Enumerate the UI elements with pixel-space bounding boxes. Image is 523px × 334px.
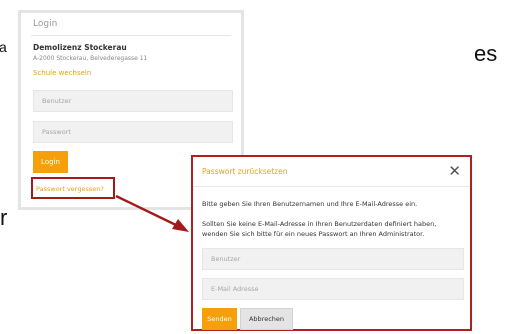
dialog-divider: [193, 186, 470, 187]
login-button[interactable]: Login: [33, 151, 68, 173]
company-name: Demolizenz Stockerau: [33, 43, 127, 52]
dialog-instruction-2: Sollten Sie keine E-Mail-Adresse in Ihre…: [202, 220, 437, 238]
company-address: A-2000 Stockerau, Belvederegasse 11: [33, 55, 148, 62]
dialog-username-input[interactable]: Benutzer: [202, 248, 464, 270]
background-text-fragment-a: a: [0, 39, 7, 55]
forgot-password-link[interactable]: Passwort vergessen?: [36, 185, 104, 193]
login-title: Login: [33, 19, 58, 29]
login-divider: [31, 35, 231, 36]
cancel-button[interactable]: Abbrechen: [240, 308, 293, 330]
change-school-link[interactable]: Schule wechseln: [33, 69, 91, 77]
password-input[interactable]: Passwort: [33, 121, 233, 143]
forgot-password-highlight: Passwort vergessen?: [31, 177, 115, 199]
arrow-head: [172, 219, 189, 232]
username-input[interactable]: Benutzer: [33, 90, 233, 112]
reset-password-dialog: Passwort zurücksetzen ✕ Bitte geben Sie …: [191, 155, 472, 331]
background-text-fragment-es: es: [474, 41, 498, 66]
send-button[interactable]: Senden: [202, 308, 237, 330]
dialog-title: Passwort zurücksetzen: [202, 167, 288, 176]
dialog-instruction-1: Bitte geben Sie Ihren Benutzernamen und …: [202, 200, 418, 208]
dialog-email-input[interactable]: E-Mail Adresse: [202, 278, 464, 300]
close-icon[interactable]: ✕: [448, 162, 461, 180]
background-text-fragment-r: r: [0, 205, 8, 230]
